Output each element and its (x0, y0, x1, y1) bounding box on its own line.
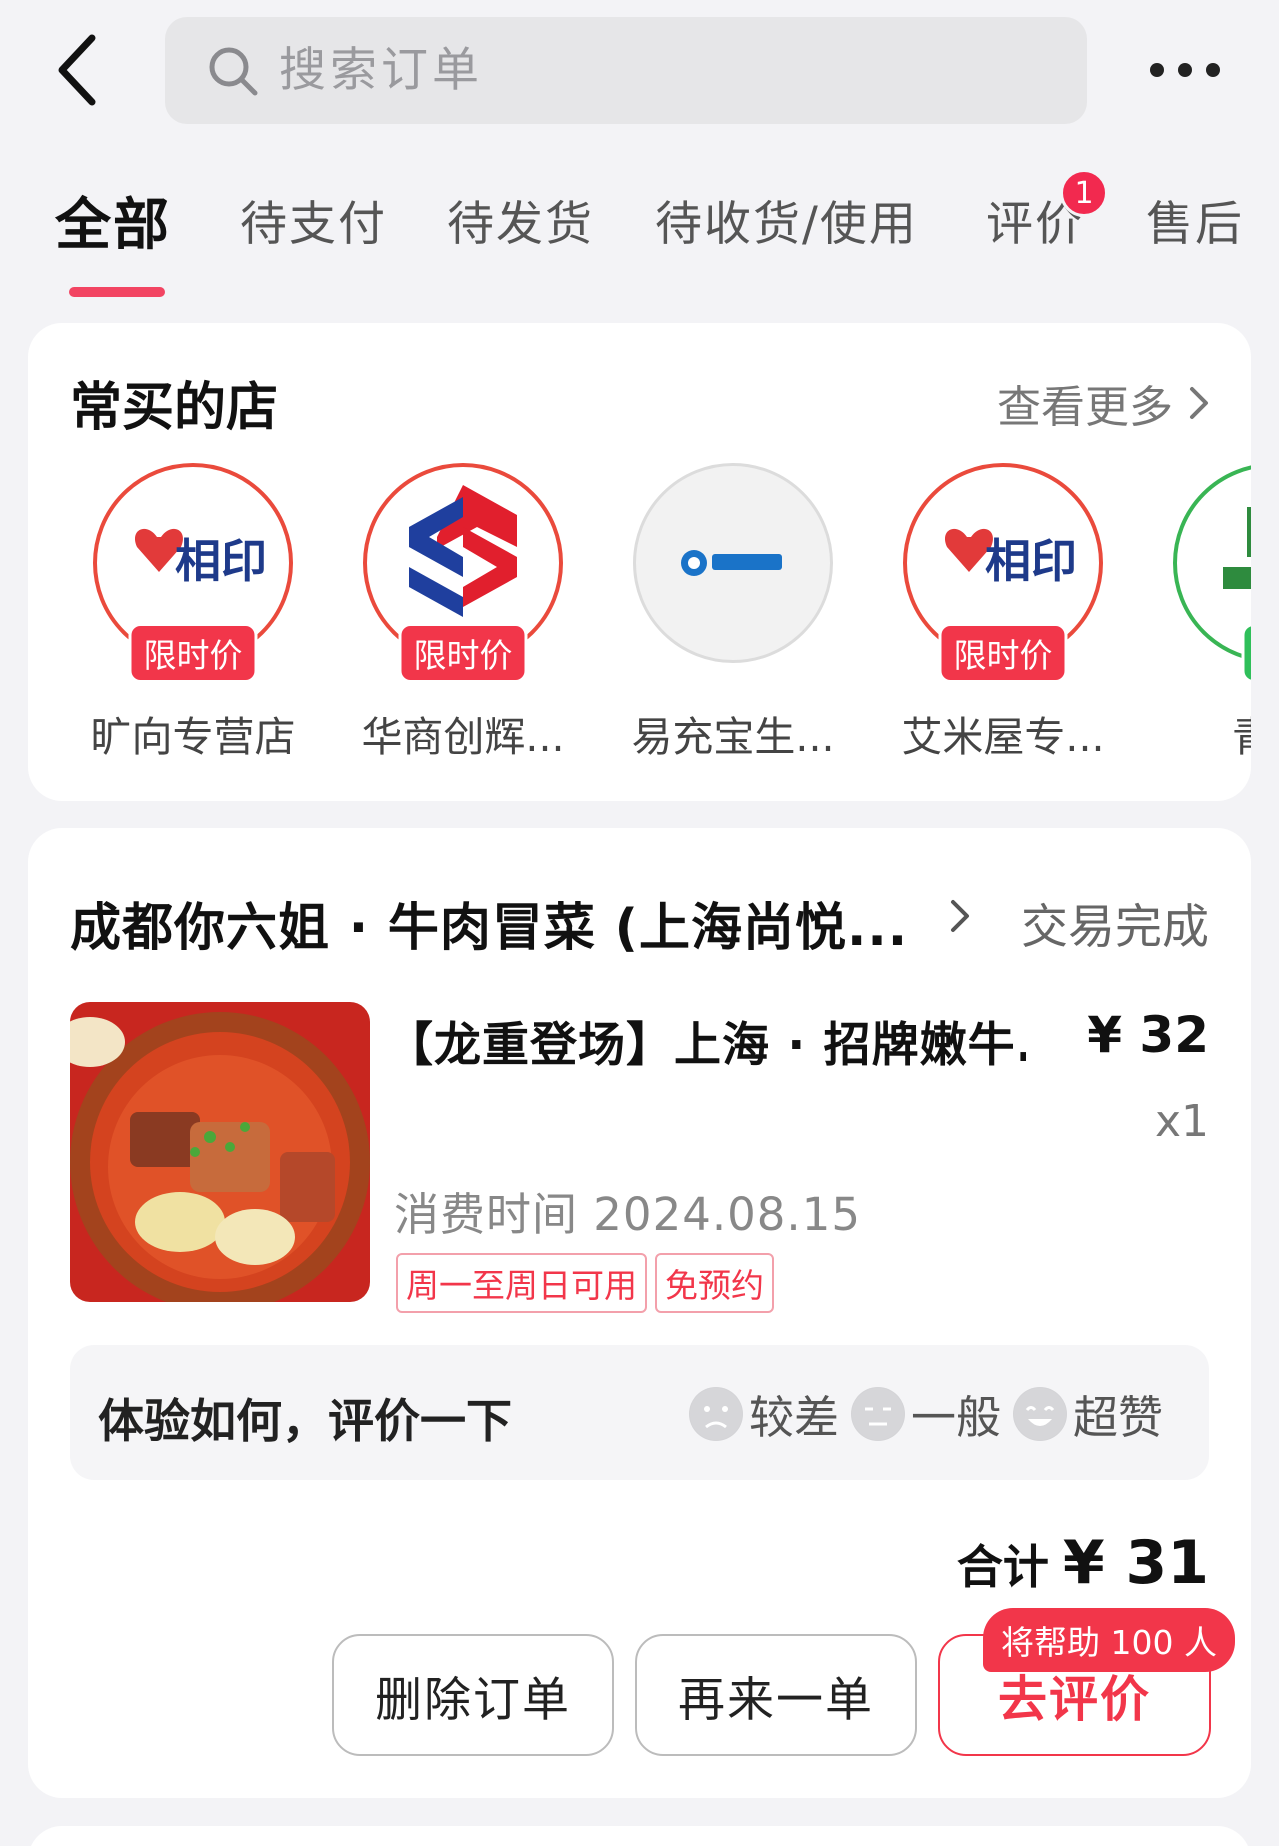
store-logo: 限时价 (363, 463, 563, 683)
search-bar[interactable] (165, 17, 1087, 124)
tab-after-sales[interactable]: 售后 (1146, 185, 1244, 254)
store-item[interactable]: 相印 限时价 旷向专营店 (83, 463, 303, 763)
frequent-stores-card: 常买的店 查看更多 相印 限时价 旷向专营店 限时价 华商创辉... 易充宝生.… (28, 323, 1251, 801)
product-tags: 周一至周日可用 免预约 (396, 1253, 774, 1313)
store-item[interactable]: 相印 限时价 艾米屋专... (893, 463, 1113, 763)
review-option-great[interactable]: 超赞 (1012, 1381, 1163, 1446)
limited-price-badge: 限时价 (128, 623, 258, 683)
store-logo: 相印 限时价 (93, 463, 293, 683)
reorder-button[interactable]: 再来一单 (635, 1634, 917, 1756)
see-more-link[interactable]: 查看更多 (997, 371, 1211, 435)
neutral-face-icon (850, 1386, 905, 1441)
back-button[interactable] (52, 30, 122, 110)
product-image[interactable] (70, 1002, 370, 1302)
store-item[interactable]: 有 青见 (1163, 463, 1251, 763)
svg-text:相印: 相印 (175, 534, 267, 588)
product-title[interactable]: 【龙重登场】上海 · 招牌嫩牛... (386, 1006, 1026, 1075)
tab-all[interactable]: 全部 (55, 180, 171, 261)
dot-icon (1150, 63, 1164, 77)
help-count-badge: 将帮助 100 人 (983, 1608, 1235, 1672)
sad-face-icon (688, 1386, 743, 1441)
store-name: 易充宝生... (631, 713, 835, 761)
next-order-card (28, 1826, 1251, 1846)
active-tab-indicator (69, 287, 165, 297)
limited-price-badge: 限时价 (938, 623, 1068, 683)
order-card: 成都你六姐 · 牛肉冒菜 (上海尚悦... 交易完成 【龙重登场】上海 · 招牌… (28, 828, 1251, 1798)
chevron-right-icon[interactable] (948, 896, 972, 936)
happy-face-icon (1012, 1386, 1067, 1441)
see-more-label: 查看更多 (997, 382, 1173, 433)
dot-icon (1206, 63, 1220, 77)
store-logo (633, 463, 833, 663)
use-time: 消费时间 2024.08.15 (394, 1188, 861, 1241)
chevron-right-icon (1190, 387, 1208, 419)
brand-logo-icon (681, 550, 782, 576)
order-status: 交易完成 (1021, 900, 1209, 955)
search-icon (209, 47, 258, 95)
review-option-label: 超赞 (1072, 1391, 1163, 1444)
food-photo (70, 1002, 370, 1302)
product-price: ¥ 32 (1087, 1006, 1209, 1064)
review-option-average[interactable]: 一般 (850, 1381, 1001, 1446)
chevron-left-icon (58, 34, 96, 106)
store-name: 青见 (1163, 703, 1251, 763)
more-options-button[interactable] (1150, 55, 1220, 85)
review-option-bad[interactable]: 较差 (688, 1381, 839, 1446)
shop-name[interactable]: 成都你六姐 · 牛肉冒菜 (上海尚悦... (70, 886, 950, 960)
store-name: 华商创辉... (361, 713, 565, 761)
tab-pending-receipt[interactable]: 待收货/使用 (655, 185, 918, 254)
search-input[interactable] (279, 43, 979, 98)
quick-review-box: 体验如何，评价一下 较差 一般 超赞 (70, 1345, 1209, 1480)
store-item[interactable]: 易充宝生... (623, 463, 843, 763)
tag-availability: 周一至周日可用 (396, 1253, 647, 1313)
tag-no-reservation: 免预约 (655, 1253, 774, 1313)
review-count-badge: 1 (1060, 169, 1108, 217)
tab-pending-payment[interactable]: 待支付 (240, 185, 387, 254)
green-logo-icon (1223, 507, 1251, 589)
dot-icon (1178, 63, 1192, 77)
total-amount: ¥ 31 (1062, 1528, 1209, 1598)
store-logo: 相印 限时价 (903, 463, 1103, 683)
top-bar (0, 0, 1279, 150)
store-item[interactable]: 限时价 华商创辉... (353, 463, 573, 763)
order-total: 合计 ¥ 31 (957, 1528, 1209, 1598)
review-prompt: 体验如何，评价一下 (98, 1394, 512, 1448)
limited-price-badge: 限时价 (398, 623, 528, 683)
product-quantity: x1 (1154, 1096, 1209, 1147)
store-name: 艾米屋专... (901, 713, 1105, 761)
delete-order-button[interactable]: 删除订单 (332, 1634, 614, 1756)
store-badge: 有 (1241, 623, 1251, 683)
store-name: 旷向专营店 (90, 713, 296, 761)
tab-pending-shipment[interactable]: 待发货 (447, 185, 594, 254)
review-option-label: 较差 (748, 1391, 839, 1444)
section-title: 常买的店 (70, 378, 279, 438)
total-label: 合计 (956, 1540, 1049, 1594)
review-options: 较差 一般 超赞 (685, 1381, 1163, 1446)
svg-text:相印: 相印 (985, 534, 1077, 588)
review-option-label: 一般 (910, 1391, 1001, 1444)
store-logo: 有 (1173, 463, 1251, 683)
